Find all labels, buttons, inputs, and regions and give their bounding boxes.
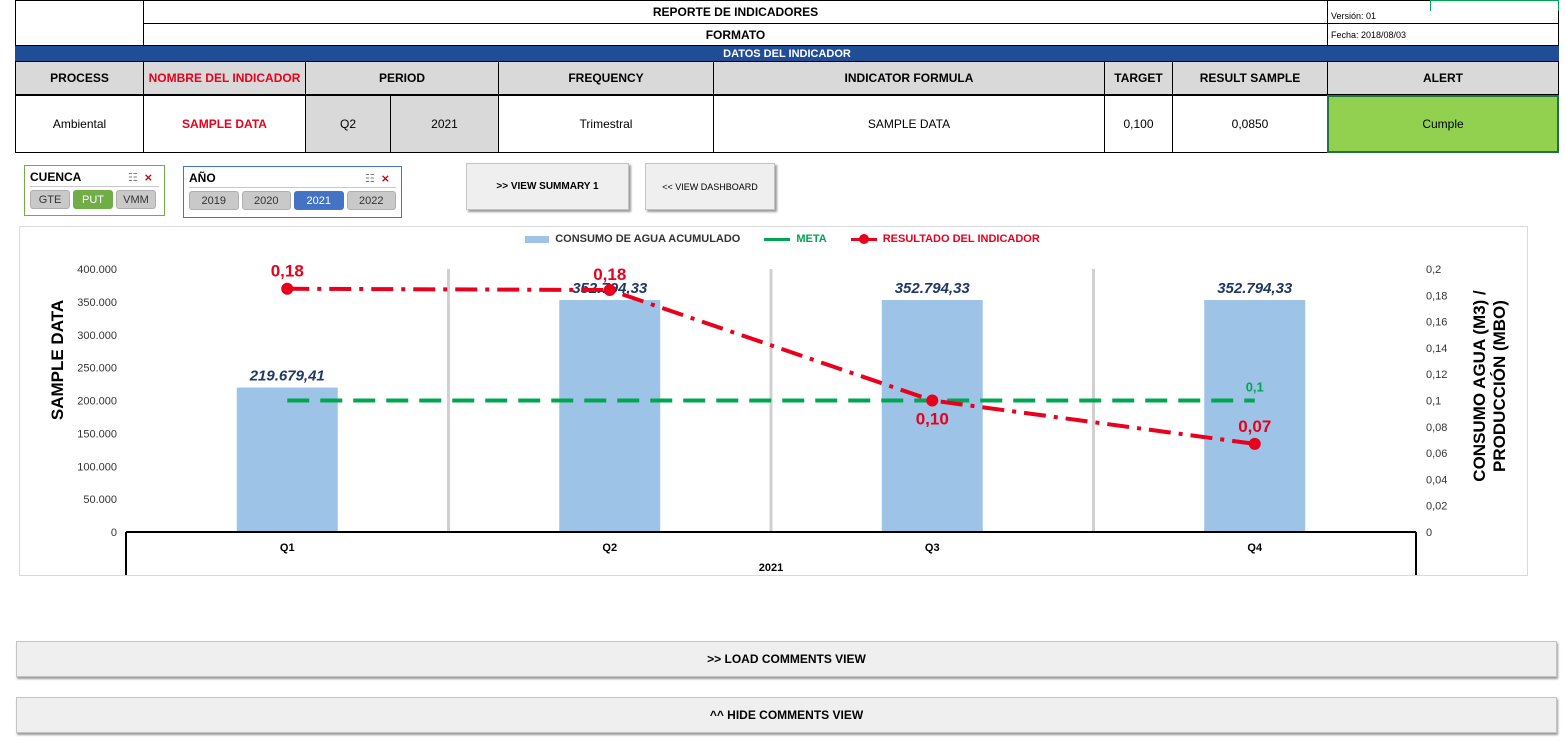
legend-item-meta: META: [764, 233, 827, 245]
chart-area: [19, 226, 1528, 576]
cell-year: 2021: [390, 95, 499, 153]
slicer-cuenca-option[interactable]: VMM: [116, 190, 156, 209]
y2-axis-title: CONSUMO AGUA (M3) / PRODUCCIÓN (MBO): [1470, 290, 1509, 482]
cell-quarter: Q2: [305, 95, 391, 153]
logo-cell: [15, 0, 144, 46]
chart-legend: CONSUMO DE AGUA ACUMULADO META RESULTADO…: [0, 233, 1565, 245]
legend-item-result: RESULTADO DEL INDICADOR: [850, 233, 1040, 245]
slicer-anio-title: AÑO: [189, 171, 216, 185]
report-subtitle: FORMATO: [143, 23, 1328, 46]
slicer-cuenca-title: CUENCA: [30, 170, 82, 184]
version-cell-accent: [1430, 0, 1559, 11]
slicer-anio-option[interactable]: 2022: [346, 191, 396, 210]
header-result: RESULT SAMPLE: [1172, 61, 1328, 95]
cell-indicator-name: SAMPLE DATA: [143, 95, 306, 153]
slicer-anio-option[interactable]: 2020: [241, 191, 291, 210]
header-indicator-name: NOMBRE DEL INDICADOR: [143, 61, 306, 95]
cell-target: 0,100: [1104, 95, 1173, 153]
legend-label: META: [796, 233, 827, 245]
view-dashboard-button[interactable]: << VIEW DASHBOARD: [645, 163, 775, 210]
legend-label: CONSUMO DE AGUA ACUMULADO: [555, 233, 741, 245]
cell-result: 0,0850: [1172, 95, 1328, 153]
multi-select-icon[interactable]: ☷: [128, 172, 144, 184]
clear-filter-icon[interactable]: ⨯: [381, 173, 396, 185]
header-period: PERIOD: [305, 61, 499, 95]
legend-label: RESULTADO DEL INDICADOR: [882, 233, 1040, 245]
y-axis-title: SAMPLE DATA: [48, 299, 67, 421]
clear-filter-icon[interactable]: ⨯: [144, 172, 159, 184]
cell-process: Ambiental: [15, 95, 144, 153]
cell-formula: SAMPLE DATA: [713, 95, 1105, 153]
hide-comments-button[interactable]: ^^ HIDE COMMENTS VIEW: [16, 697, 1557, 733]
slicer-anio: AÑO ☷⨯ 2019 2020 2021 2022: [183, 166, 402, 218]
header-frequency: FREQUENCY: [498, 61, 714, 95]
header-alert: ALERT: [1327, 61, 1559, 95]
multi-select-icon[interactable]: ☷: [365, 173, 381, 185]
section-band: DATOS DEL INDICADOR: [15, 46, 1559, 61]
slicer-cuenca-option[interactable]: GTE: [30, 190, 70, 209]
slicer-anio-option[interactable]: 2021: [294, 191, 344, 210]
report-title: REPORTE DE INDICADORES: [143, 0, 1328, 24]
slicer-cuenca: CUENCA ☷⨯ GTE PUT VMM: [24, 165, 165, 216]
header-formula: INDICATOR FORMULA: [713, 61, 1105, 95]
cell-alert-status: Cumple: [1327, 95, 1559, 153]
load-comments-button[interactable]: >> LOAD COMMENTS VIEW: [16, 641, 1557, 677]
slicer-anio-option[interactable]: 2019: [189, 191, 239, 210]
header-target: TARGET: [1104, 61, 1173, 95]
header-process: PROCESS: [15, 61, 144, 95]
slicer-cuenca-option[interactable]: PUT: [73, 190, 113, 209]
cell-frequency: Trimestral: [498, 95, 714, 153]
view-summary-button[interactable]: >> VIEW SUMMARY 1: [466, 163, 629, 210]
legend-item-bars: CONSUMO DE AGUA ACUMULADO: [525, 233, 740, 245]
date-label: Fecha: 2018/08/03: [1327, 23, 1559, 46]
